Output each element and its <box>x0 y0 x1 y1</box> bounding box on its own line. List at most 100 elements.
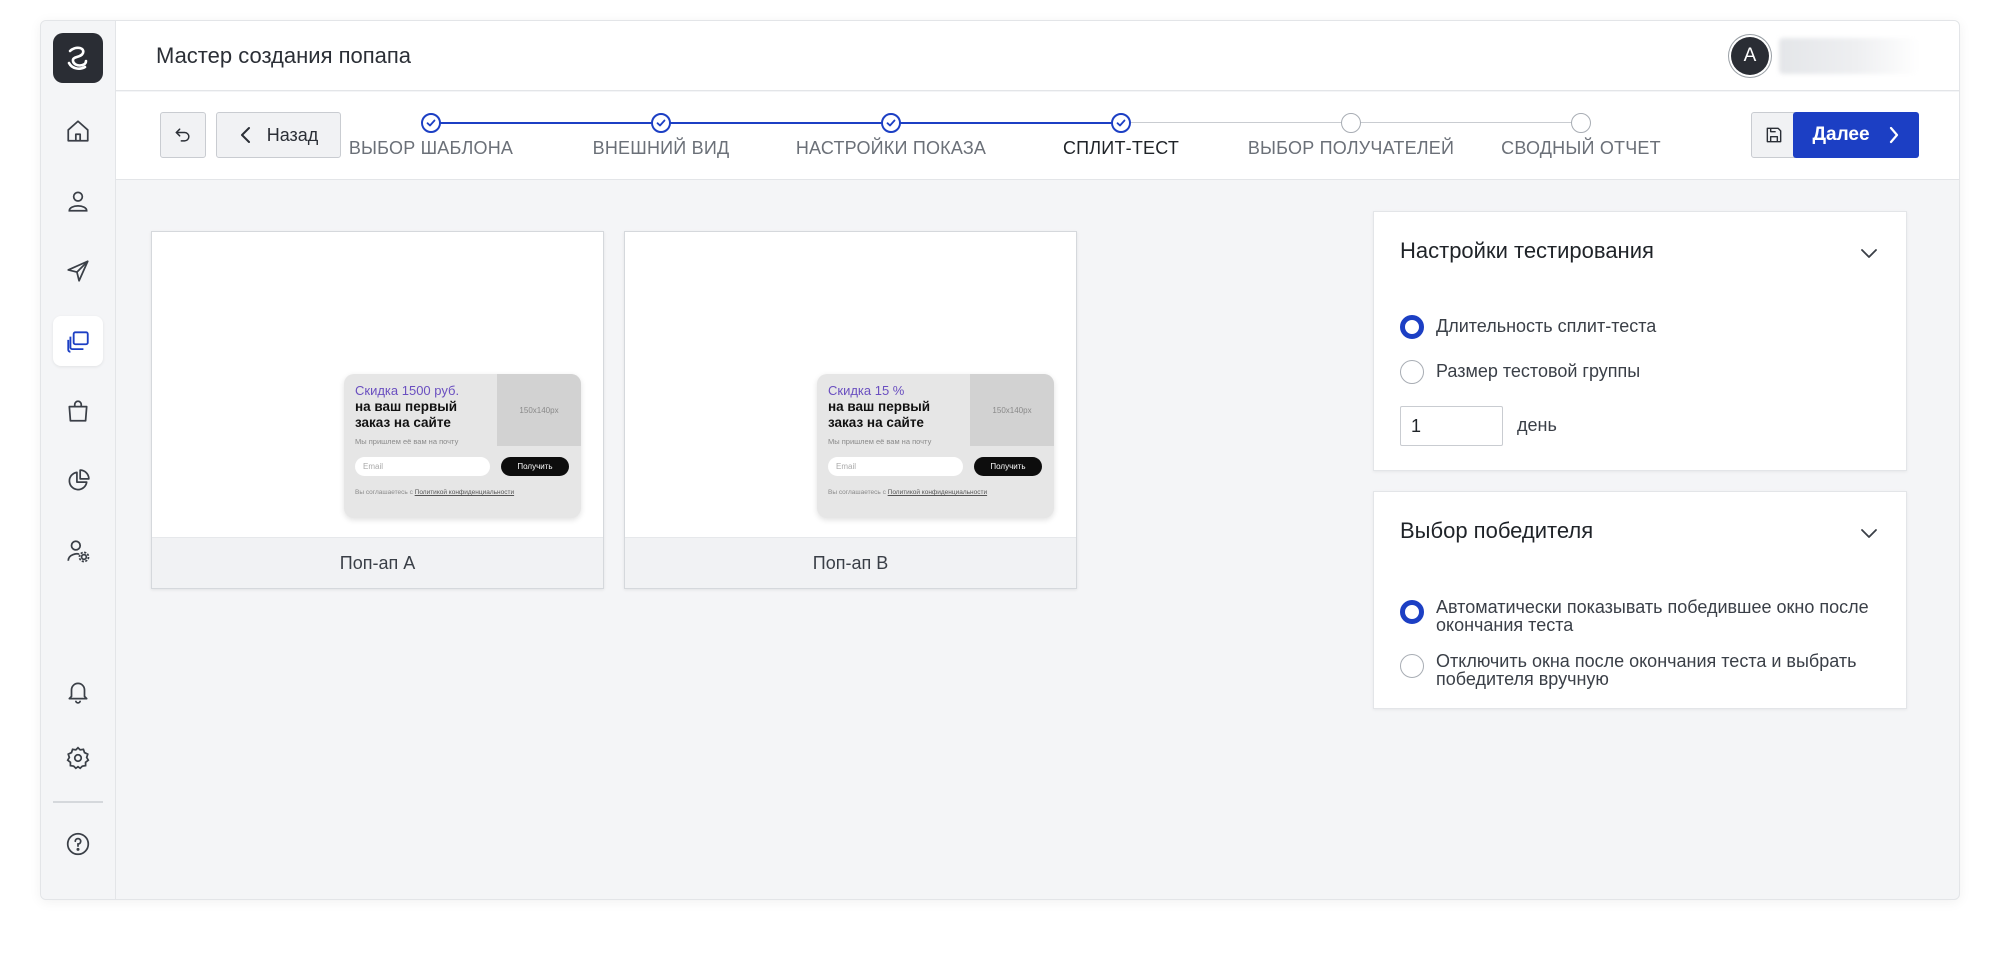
radio-group-size[interactable]: Размер тестовой группы <box>1400 360 1640 384</box>
radio-button[interactable] <box>1400 654 1424 678</box>
radio-button[interactable] <box>1400 315 1424 339</box>
consent-prefix: Вы соглашаетесь с <box>355 489 415 496</box>
home-icon <box>67 120 89 142</box>
radio-duration[interactable]: Длительность сплит-теста <box>1400 315 1656 339</box>
sidebar-item-shop[interactable] <box>53 386 103 436</box>
chevron-left-icon <box>240 127 250 143</box>
bell-icon <box>68 682 88 704</box>
back-button-label: Назад <box>266 124 319 145</box>
step-check-icon <box>1111 113 1131 133</box>
sidebar-item-user-settings[interactable] <box>53 526 103 576</box>
popup-mockup: 150x140px Скидка 15 % на ваш первый зака… <box>817 374 1054 518</box>
popup-consent: Вы соглашаетесь с Политикой конфиденциал… <box>355 489 514 496</box>
radio-label: Длительность сплит-теста <box>1436 316 1657 336</box>
duration-input[interactable] <box>1400 406 1503 446</box>
send-icon <box>67 260 89 282</box>
sidebar-item-analytics[interactable] <box>53 456 103 506</box>
sidebar-item-contacts[interactable] <box>53 176 103 226</box>
radio-button[interactable] <box>1400 360 1424 384</box>
step-label: СВОДНЫЙ ОТЧЕТ <box>1501 138 1661 158</box>
popup-promo-text: Скидка 15 % <box>828 383 905 398</box>
save-button[interactable] <box>1751 112 1797 158</box>
popup-get-button: Получить <box>974 457 1042 476</box>
image-placeholder: 150x140px <box>497 374 581 446</box>
step-label: СПЛИТ-ТЕСТ <box>1062 138 1180 158</box>
popup-subtext: Мы пришлем её вам на почту <box>828 437 932 446</box>
radio-label: Отключить окна после окончания теста и в… <box>1436 651 1857 689</box>
winner-title: Выбор победителя <box>1400 518 1594 543</box>
popup-preview-a[interactable]: 150x140px Скидка 1500 руб. на ваш первый… <box>151 231 604 589</box>
help-icon <box>66 832 90 856</box>
sidebar-item-settings[interactable] <box>53 733 103 783</box>
stepper-progress-line <box>431 122 1121 124</box>
sidebar-item-popups[interactable] <box>53 316 103 366</box>
duration-unit: день <box>1517 415 1557 435</box>
sidebar-divider <box>53 801 103 803</box>
privacy-policy-link: Политикой конфиденциальности <box>414 489 515 496</box>
sidebar-item-home[interactable] <box>53 106 103 156</box>
sidebar <box>41 21 116 899</box>
undo-button[interactable] <box>160 112 206 158</box>
save-icon <box>1766 127 1782 143</box>
popup-consent: Вы соглашаетесь с Политикой конфиденциал… <box>828 489 987 496</box>
consent-prefix: Вы соглашаетесь с <box>828 489 888 496</box>
radio-auto-winner[interactable]: Автоматически показывать победившее окно… <box>1400 596 1876 634</box>
user-icon <box>68 191 88 212</box>
sidebar-item-help[interactable] <box>53 819 103 869</box>
radio-label: Автоматически показывать победившее окно… <box>1436 597 1869 635</box>
popup-get-button: Получить <box>501 457 569 476</box>
step-check-icon <box>651 113 671 133</box>
wizard-stepper: ВЫБОР ШАБЛОНА ВНЕШНИЙ ВИД НАСТРОЙКИ ПОКАЗА… <box>316 92 1661 180</box>
preview-canvas: 150x140px Скидка 1500 руб. на ваш первый… <box>152 232 603 539</box>
app-logo[interactable] <box>53 33 103 83</box>
privacy-policy-link: Политикой конфиденциальности <box>887 489 988 496</box>
popup-subtext: Мы пришлем её вам на почту <box>355 437 459 446</box>
chevron-down-icon[interactable] <box>1858 242 1880 264</box>
user-name-redacted[interactable] <box>1779 38 1919 74</box>
logo-icon <box>67 46 88 70</box>
preview-caption: Поп-ап А <box>152 537 603 588</box>
pie-chart-icon <box>68 469 90 491</box>
gear-icon <box>66 746 90 770</box>
step-label: ВЫБОР ШАБЛОНА <box>348 138 514 158</box>
test-settings-title: Настройки тестирования <box>1400 238 1654 263</box>
sidebar-item-campaigns[interactable] <box>53 246 103 296</box>
step-label: ВЫБОР ПОЛУЧАТЕЛЕЙ <box>1247 138 1455 158</box>
main-content: 150x140px Скидка 1500 руб. на ваш первый… <box>116 181 1959 899</box>
winner-panel: Выбор победителя Автоматически показыват… <box>1373 491 1907 709</box>
shopping-bag-icon <box>68 400 88 422</box>
app-window: Мастер создания попапа A Назад ВЫБОР ШАБ… <box>40 20 1960 900</box>
chevron-right-icon <box>1889 126 1898 144</box>
undo-icon <box>175 128 190 142</box>
avatar[interactable]: A <box>1731 37 1769 75</box>
popup-email-field: Email <box>355 457 490 476</box>
preview-caption: Поп-ап B <box>625 537 1076 588</box>
radio-label: Размер тестовой группы <box>1436 361 1641 381</box>
wizard-toolbar: Назад ВЫБОР ШАБЛОНА ВНЕШНИЙ ВИД НАСТРОЙКИ … <box>116 92 1959 180</box>
chevron-down-icon[interactable] <box>1858 522 1880 544</box>
step-pending-icon <box>1341 113 1361 133</box>
step-label: ВНЕШНИЙ ВИД <box>592 138 730 158</box>
radio-button[interactable] <box>1400 600 1424 624</box>
image-placeholder: 150x140px <box>970 374 1054 446</box>
popup-promo-text: Скидка 1500 руб. <box>355 383 460 398</box>
next-button[interactable]: Далее <box>1793 112 1919 158</box>
test-settings-panel: Настройки тестирования Длительность спли… <box>1373 211 1907 471</box>
popup-headline: на ваш первый заказ на сайте <box>355 399 458 430</box>
popup-icon <box>67 331 89 353</box>
header: Мастер создания попапа A <box>116 21 1959 91</box>
popup-preview-b[interactable]: 150x140px Скидка 15 % на ваш первый зака… <box>624 231 1077 589</box>
step-label: НАСТРОЙКИ ПОКАЗА <box>795 138 987 158</box>
page-title: Мастер создания попапа <box>156 43 412 68</box>
next-button-label: Далее <box>1812 124 1870 145</box>
step-pending-icon <box>1571 113 1591 133</box>
preview-canvas: 150x140px Скидка 15 % на ваш первый зака… <box>625 232 1076 539</box>
radio-manual-winner[interactable]: Отключить окна после окончания теста и в… <box>1400 650 1876 688</box>
sidebar-item-notifications[interactable] <box>53 666 103 716</box>
step-check-icon <box>881 113 901 133</box>
popup-mockup: 150x140px Скидка 1500 руб. на ваш первый… <box>344 374 581 518</box>
popup-email-field: Email <box>828 457 963 476</box>
user-settings-icon <box>67 540 90 563</box>
popup-headline: на ваш первый заказ на сайте <box>828 399 931 430</box>
step-check-icon <box>421 113 441 133</box>
